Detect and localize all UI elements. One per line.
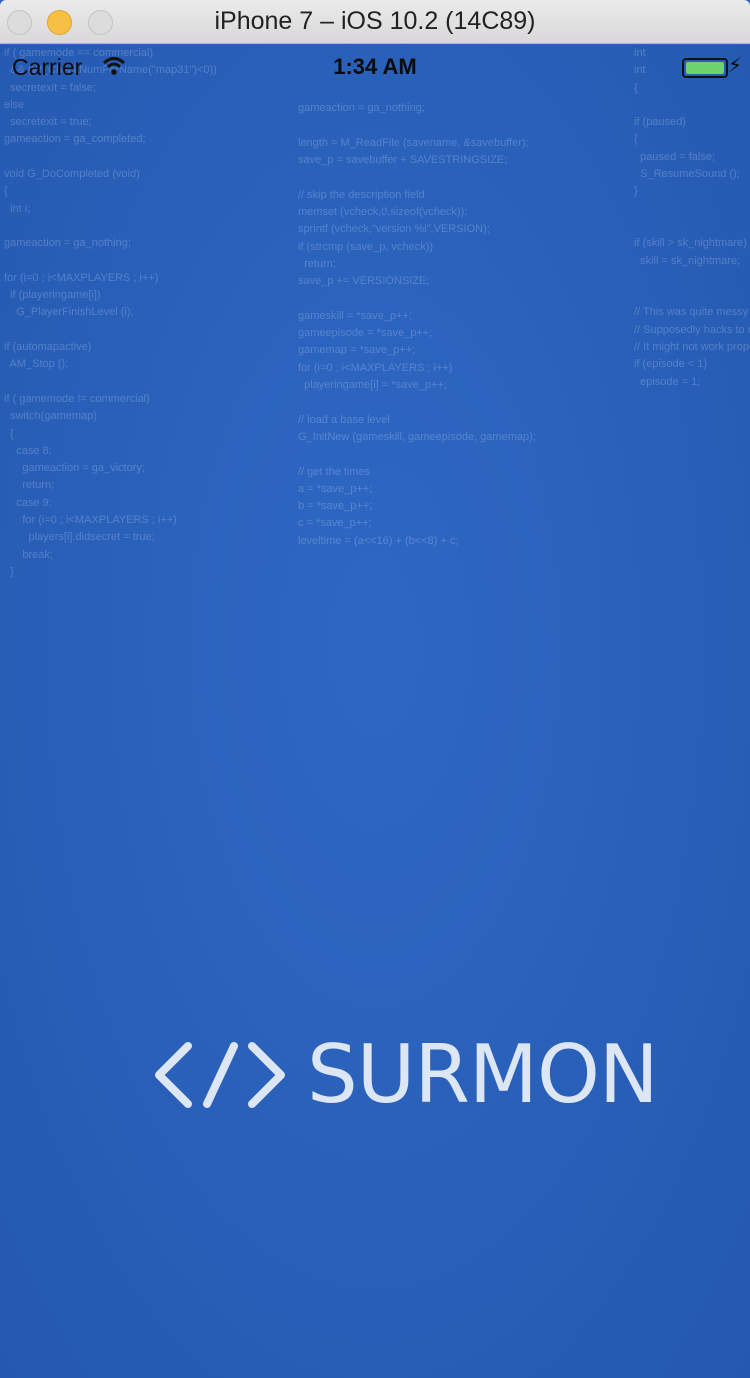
code-line: } (634, 185, 638, 198)
charging-bolt-icon: ⚡︎ (727, 55, 742, 77)
logo-wordmark: SURMON (307, 1028, 659, 1121)
code-line: gamemap = *save_p++; (298, 344, 416, 357)
battery-level-fill (686, 62, 724, 74)
code-line: else (4, 98, 25, 111)
code-line: gameaction = ga_nothing; (298, 102, 425, 115)
code-line: return; (298, 257, 336, 270)
code-line: for (i=0 ; i<MAXPLAYERS ; i++) (298, 361, 453, 374)
background-code-left: if ( gamemode == commercial) && (W_Check… (4, 45, 217, 581)
battery-icon (682, 58, 728, 78)
code-line: if (playeringame[i]) (4, 289, 101, 302)
code-line: if (paused) (634, 116, 686, 129)
status-time: 1:34 AM (333, 54, 417, 79)
code-line: c = *save_p++; (298, 517, 372, 530)
code-line: a = *save_p++; (298, 482, 373, 495)
code-line: { (634, 133, 638, 146)
code-line: gameskill = *save_p++; (298, 309, 413, 322)
code-line: paused = false; (634, 150, 716, 163)
code-line: switch(gamemap) (4, 410, 97, 423)
code-line: S_ResumeSound (); (634, 168, 740, 181)
code-line: // This was quite messy (634, 306, 749, 319)
code-line: case 8: (4, 444, 52, 457)
code-line: secretexit = true; (4, 116, 92, 129)
code-line: AM_Stop (); (4, 358, 69, 371)
code-line: memset (vcheck,0,sizeof(vcheck)); (298, 206, 468, 219)
code-line: save_p += VERSIONSIZE; (298, 275, 430, 288)
code-line: length = M_ReadFile (savename, &savebuff… (298, 136, 529, 149)
code-line: if (strcmp (save_p, vcheck)) (298, 240, 434, 253)
code-line: void G_DoCompleted (void) (4, 168, 140, 181)
code-line: if ( gamemode != commercial) (4, 392, 150, 405)
code-line: playeringame[i] = *save_p++; (298, 379, 447, 392)
code-line: if (skill > sk_nightmare) (634, 237, 747, 250)
code-line: for (i=0 ; i<MAXPLAYERS ; i++) (4, 271, 159, 284)
code-line: save_p = savebuffer + SAVESTRINGSIZE; (298, 154, 508, 167)
code-line: for (i=0 ; i<MAXPLAYERS ; i++) (4, 514, 177, 527)
code-line: if (automapactive) (4, 341, 92, 354)
code-line: } (4, 565, 14, 578)
window-title-bar: iPhone 7 – iOS 10.2 (14C89) (0, 0, 750, 44)
code-line: leveltime = (a<<16) + (b<<8) + c; (298, 534, 459, 547)
code-line: players[i].didsecret = true; (4, 531, 155, 544)
code-line: gameaction = ga_victory; (4, 462, 145, 475)
status-bar: Carrier 1:34 AM ⚡︎ (0, 45, 750, 89)
code-line: gameaction = ga_nothing; (4, 237, 131, 250)
simulator-screen: if ( gamemode == commercial) && (W_Check… (0, 45, 750, 1378)
code-line: // Supposedly hacks to make (634, 323, 750, 336)
code-line: // get the times (298, 465, 371, 478)
code-line: break; (4, 548, 53, 561)
code-line: skill = sk_nightmare; (634, 254, 741, 267)
window-title: iPhone 7 – iOS 10.2 (14C89) (214, 7, 536, 35)
code-line: b = *save_p++; (298, 500, 373, 513)
code-line: // It might not work prope (634, 341, 750, 354)
code-brackets-icon (155, 1042, 285, 1108)
code-line: case 9: (4, 496, 52, 509)
app-logo: SURMON (152, 1028, 659, 1121)
code-line: { (4, 185, 8, 198)
code-line: int i; (4, 202, 31, 215)
code-line: sprintf (vcheck,"version %i",VERSION); (298, 223, 490, 236)
code-line: { (4, 427, 14, 440)
background-code-middle: gameaction = ga_nothing; length = M_Read… (298, 83, 536, 550)
code-line: G_PlayerFinishLevel (i); (4, 306, 134, 319)
code-line: gameaction = ga_completed; (4, 133, 146, 146)
code-line: gameepisode = *save_p++; (298, 327, 433, 340)
code-line: episode = 1; (634, 375, 701, 388)
code-line: return; (4, 479, 55, 492)
code-line: // load a base level (298, 413, 390, 426)
background-code-right: int int{ if (paused){ paused = false; S_R… (634, 45, 750, 391)
code-line: G_InitNew (gameskill, gameepisode, gamem… (298, 430, 536, 443)
code-line: // skip the description field (298, 188, 425, 201)
code-line: if (episode < 1) (634, 358, 708, 371)
